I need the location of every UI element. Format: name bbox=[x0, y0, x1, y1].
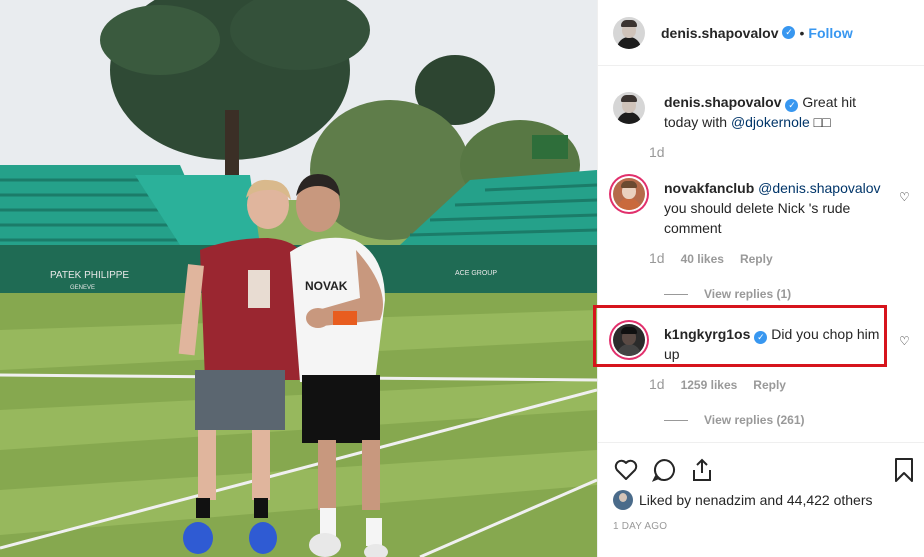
heart-icon[interactable] bbox=[613, 457, 639, 483]
liked-by-suffix[interactable]: and 44,422 others bbox=[760, 492, 873, 508]
view-replies-button[interactable]: View replies (261) bbox=[664, 413, 805, 427]
verified-icon: ✓ bbox=[785, 99, 799, 112]
view-replies-label: View replies (261) bbox=[704, 413, 805, 427]
replies-divider bbox=[664, 293, 688, 295]
like-comment-heart-icon[interactable]: ♡ bbox=[899, 190, 911, 204]
caption-emoji: □□ bbox=[813, 114, 831, 130]
liked-by: Liked by nenadzim and 44,422 others bbox=[613, 490, 873, 510]
liker-avatar[interactable] bbox=[613, 490, 633, 510]
comment-time[interactable]: 1d bbox=[649, 376, 665, 394]
banner-right-text: ACE GROUP bbox=[455, 270, 497, 277]
highlight-box bbox=[593, 305, 887, 367]
comment-icon[interactable] bbox=[651, 457, 677, 483]
liker-username[interactable]: nenadzim bbox=[695, 492, 756, 508]
action-icons bbox=[613, 457, 913, 483]
post-actions: Liked by nenadzim and 44,422 others 1 DA… bbox=[598, 442, 924, 557]
follow-button[interactable]: Follow bbox=[808, 25, 852, 41]
separator-dot: • bbox=[799, 24, 805, 41]
comment-username[interactable]: novakfanclub bbox=[664, 180, 754, 196]
bookmark-icon[interactable] bbox=[893, 457, 915, 483]
comment-text: novakfanclub @denis.shapovalov you shoul… bbox=[664, 178, 894, 238]
share-icon[interactable] bbox=[689, 457, 715, 483]
post-photo[interactable]: PATEK PHILIPPE GENEVE ACE GROUP NOVAK bbox=[0, 0, 597, 557]
shirt-text: NOVAK bbox=[305, 279, 348, 293]
comment-meta: 1d 1259 likes Reply bbox=[649, 376, 786, 394]
view-replies-label: View replies (1) bbox=[704, 287, 792, 301]
commenter-avatar[interactable] bbox=[613, 178, 645, 210]
comment-likes[interactable]: 1259 likes bbox=[681, 376, 738, 394]
post-age[interactable]: 1 DAY AGO bbox=[613, 521, 667, 532]
banner-left-text: PATEK PHILIPPE bbox=[50, 270, 129, 281]
caption-meta: 1d bbox=[649, 144, 665, 160]
photo-illustration: PATEK PHILIPPE GENEVE ACE GROUP NOVAK bbox=[0, 0, 597, 557]
post-header: denis.shapovalov ✓ • Follow bbox=[598, 0, 924, 66]
comment-likes[interactable]: 40 likes bbox=[681, 250, 724, 268]
view-replies-button[interactable]: View replies (1) bbox=[664, 287, 791, 301]
comments-list[interactable]: denis.shapovalov ✓ Great hit today with @… bbox=[598, 66, 924, 442]
liked-by-prefix: Liked by bbox=[639, 492, 692, 508]
reply-button[interactable]: Reply bbox=[753, 376, 786, 394]
author-username[interactable]: denis.shapovalov bbox=[661, 25, 778, 41]
replies-divider bbox=[664, 419, 688, 421]
comment-meta: 1d 40 likes Reply bbox=[649, 250, 773, 268]
comment-body: you should delete Nick 's rude comment bbox=[664, 200, 851, 236]
like-comment-heart-icon[interactable]: ♡ bbox=[899, 334, 911, 348]
caption-avatar[interactable] bbox=[613, 92, 645, 124]
caption-time[interactable]: 1d bbox=[649, 144, 665, 160]
reply-button[interactable]: Reply bbox=[740, 250, 773, 268]
caption-username[interactable]: denis.shapovalov bbox=[664, 94, 781, 110]
caption-text: denis.shapovalov ✓ Great hit today with @… bbox=[664, 92, 894, 132]
comment-time[interactable]: 1d bbox=[649, 250, 665, 268]
author-header-name: denis.shapovalov ✓ • Follow bbox=[661, 25, 853, 41]
author-avatar[interactable] bbox=[613, 16, 645, 49]
post-side-panel: denis.shapovalov ✓ • Follow denis.shapov… bbox=[597, 0, 924, 557]
caption-mention[interactable]: @djokernole bbox=[731, 114, 810, 130]
comment-mention[interactable]: @denis.shapovalov bbox=[758, 180, 880, 196]
banner-left-subtext: GENEVE bbox=[70, 285, 95, 291]
verified-icon: ✓ bbox=[782, 26, 796, 39]
